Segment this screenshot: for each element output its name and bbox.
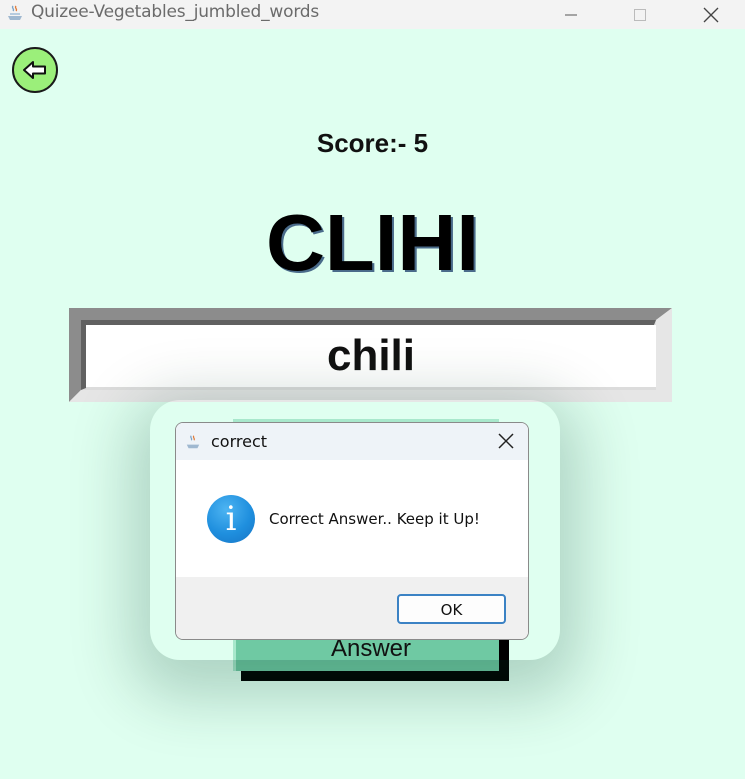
dialog-body: i Correct Answer.. Keep it Up! <box>176 460 528 577</box>
window-titlebar: Quizee-Vegetables_jumbled_words <box>0 0 745 29</box>
close-button[interactable] <box>688 0 734 29</box>
java-app-icon <box>8 5 22 20</box>
jumbled-word: CLIHI <box>265 198 480 287</box>
minimize-icon <box>565 14 577 15</box>
java-app-icon <box>186 435 200 449</box>
minimize-button[interactable] <box>548 0 594 29</box>
ok-button[interactable]: OK <box>397 594 506 624</box>
back-arrow-icon <box>23 61 46 79</box>
window-title: Quizee-Vegetables_jumbled_words <box>31 2 320 22</box>
info-icon: i <box>207 495 255 543</box>
score-label: Score:- 5 <box>316 128 429 158</box>
correct-dialog: correct i Correct Answer.. Keep it Up! O… <box>175 422 529 640</box>
dialog-message: Correct Answer.. Keep it Up! <box>269 510 480 528</box>
close-icon <box>703 7 719 22</box>
dialog-titlebar: correct <box>176 423 528 460</box>
back-button[interactable] <box>12 47 58 93</box>
answer-input[interactable] <box>86 325 656 387</box>
dialog-footer: OK <box>176 577 528 639</box>
maximize-icon <box>634 8 646 21</box>
maximize-button[interactable] <box>617 0 663 29</box>
dialog-title: correct <box>211 432 268 451</box>
close-icon[interactable] <box>496 431 516 451</box>
